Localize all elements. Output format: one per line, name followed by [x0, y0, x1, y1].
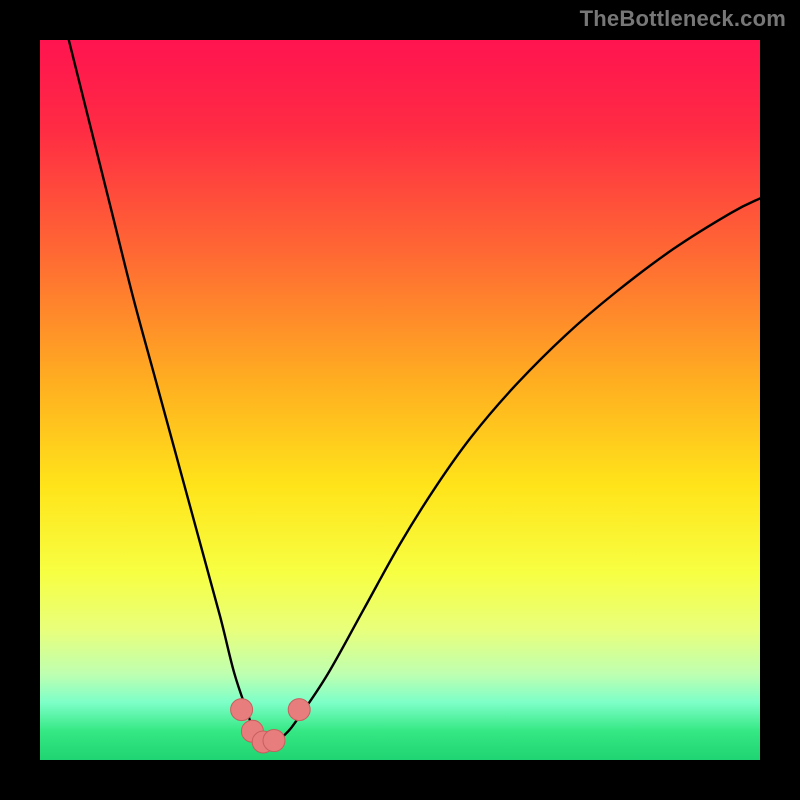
marker-min-cluster-right: [288, 699, 310, 721]
chart-frame: TheBottleneck.com: [0, 0, 800, 800]
gradient-background: [40, 40, 760, 760]
bottleneck-chart: [0, 0, 800, 800]
marker-min-cluster-left: [231, 699, 253, 721]
marker-min-cluster-mid3: [263, 730, 285, 752]
